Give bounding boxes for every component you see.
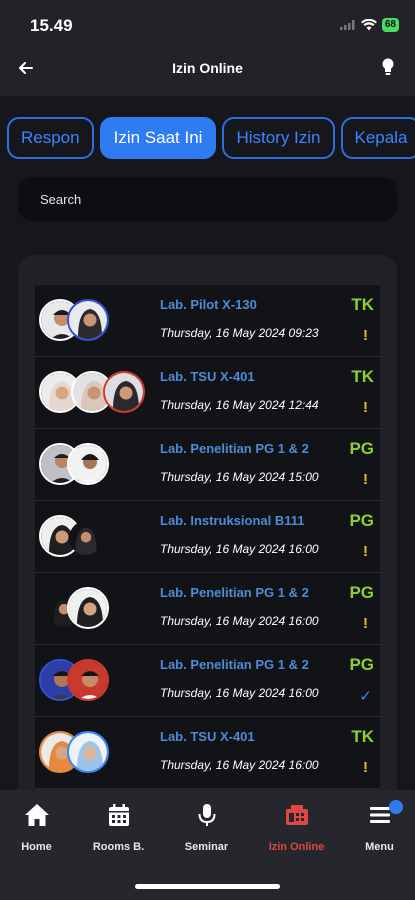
- nav-izin-online[interactable]: Izin Online: [255, 802, 338, 853]
- permit-date: Thursday, 16 May 2024 09:23: [160, 326, 319, 340]
- room-name: Lab. TSU X-401: [160, 729, 255, 744]
- notification-dot: [389, 800, 403, 814]
- lightbulb-button[interactable]: [381, 58, 399, 78]
- signal-icon: [339, 20, 355, 30]
- avatar: [67, 731, 109, 773]
- app-header: 15.49 68 Izin Online: [0, 0, 415, 96]
- category-code: PG: [349, 655, 374, 674]
- avatar-group: [39, 371, 149, 415]
- avatar: [69, 521, 103, 555]
- tab-kepala[interactable]: Kepala: [340, 117, 415, 159]
- tab-history-izin[interactable]: History Izin: [222, 117, 335, 159]
- pending-icon: !: [363, 759, 368, 776]
- nav-rooms[interactable]: Rooms B.: [77, 802, 160, 853]
- avatar: [67, 659, 109, 701]
- pending-icon: !: [363, 327, 368, 344]
- lightbulb-icon: [382, 58, 394, 75]
- avatar-group: [39, 731, 149, 775]
- list-item[interactable]: Lab. Penelitian PG 1 & 2 Thursday, 16 Ma…: [35, 429, 380, 501]
- room-name: Lab. Penelitian PG 1 & 2: [160, 441, 309, 456]
- nav-label: Rooms B.: [92, 841, 145, 853]
- room-name: Lab. Penelitian PG 1 & 2: [160, 657, 309, 672]
- nav-label: Izin Online: [268, 841, 325, 853]
- avatar: [67, 299, 109, 341]
- nav-label: Seminar: [184, 841, 229, 853]
- tab-izin-saat-ini[interactable]: Izin Saat Ini: [99, 117, 217, 159]
- category-code: PG: [349, 583, 374, 602]
- avatar-group: [39, 515, 149, 559]
- search-input[interactable]: Search: [18, 177, 397, 221]
- nav-label: Menu: [365, 841, 394, 853]
- nav-seminar[interactable]: Seminar: [165, 802, 248, 853]
- status-time: 15.49: [30, 16, 73, 35]
- home-icon: [24, 804, 49, 826]
- list-item[interactable]: Lab. Pilot X-130 Thursday, 16 May 2024 0…: [35, 285, 380, 357]
- avatar: [103, 371, 145, 413]
- list-item[interactable]: Lab. Instruksional B111 Thursday, 16 May…: [35, 501, 380, 573]
- wifi-icon: [360, 19, 377, 31]
- list-item[interactable]: Lab. Penelitian PG 1 & 2 Thursday, 16 Ma…: [35, 645, 380, 717]
- calendar-icon: [108, 804, 129, 826]
- avatar-group: [39, 299, 149, 343]
- category-code: TK: [351, 367, 374, 386]
- list-item[interactable]: Lab. TSU X-401 Thursday, 16 May 2024 16:…: [35, 717, 380, 789]
- nav-home[interactable]: Home: [0, 802, 78, 853]
- pending-icon: !: [363, 471, 368, 488]
- approved-check-icon: ✓: [359, 688, 372, 705]
- avatar: [67, 443, 109, 485]
- permit-date: Thursday, 16 May 2024 16:00: [160, 542, 319, 556]
- avatar: [67, 587, 109, 629]
- tab-respon[interactable]: Respon: [7, 117, 94, 159]
- category-code: PG: [349, 511, 374, 530]
- home-indicator: [135, 884, 280, 889]
- permit-list: Lab. Pilot X-130 Thursday, 16 May 2024 0…: [35, 285, 380, 789]
- avatar-group: [39, 659, 149, 703]
- category-code: PG: [349, 439, 374, 458]
- permit-date: Thursday, 16 May 2024 16:00: [160, 614, 319, 628]
- room-name: Lab. Instruksional B111: [160, 513, 305, 528]
- permit-date: Thursday, 16 May 2024 15:00: [160, 470, 319, 484]
- avatar-group: [39, 587, 149, 631]
- list-item[interactable]: Lab. TSU X-401 Thursday, 16 May 2024 12:…: [35, 357, 380, 429]
- category-code: TK: [351, 295, 374, 314]
- search-placeholder: Search: [40, 191, 82, 207]
- room-name: Lab. TSU X-401: [160, 369, 255, 384]
- permit-date: Thursday, 16 May 2024 16:00: [160, 758, 319, 772]
- battery-indicator: 68: [381, 18, 399, 32]
- fax-icon: [285, 805, 308, 825]
- nav-menu[interactable]: Menu: [338, 802, 415, 853]
- pending-icon: !: [363, 543, 368, 560]
- category-code: TK: [351, 727, 374, 746]
- list-item[interactable]: Lab. Penelitian PG 1 & 2 Thursday, 16 Ma…: [35, 573, 380, 645]
- nav-label: Home: [21, 841, 52, 853]
- page-title: Izin Online: [172, 60, 243, 76]
- microphone-icon: [198, 804, 215, 826]
- room-name: Lab. Penelitian PG 1 & 2: [160, 585, 309, 600]
- status-icons: 68: [339, 18, 399, 32]
- room-name: Lab. Pilot X-130: [160, 297, 257, 312]
- pending-icon: !: [363, 615, 368, 632]
- tab-bar: Respon Izin Saat Ini History Izin Kepala: [7, 117, 415, 159]
- avatar-group: [39, 443, 149, 487]
- permit-date: Thursday, 16 May 2024 12:44: [160, 398, 319, 412]
- permit-date: Thursday, 16 May 2024 16:00: [160, 686, 319, 700]
- pending-icon: !: [363, 399, 368, 416]
- permit-list-card: Lab. Pilot X-130 Thursday, 16 May 2024 0…: [18, 255, 397, 815]
